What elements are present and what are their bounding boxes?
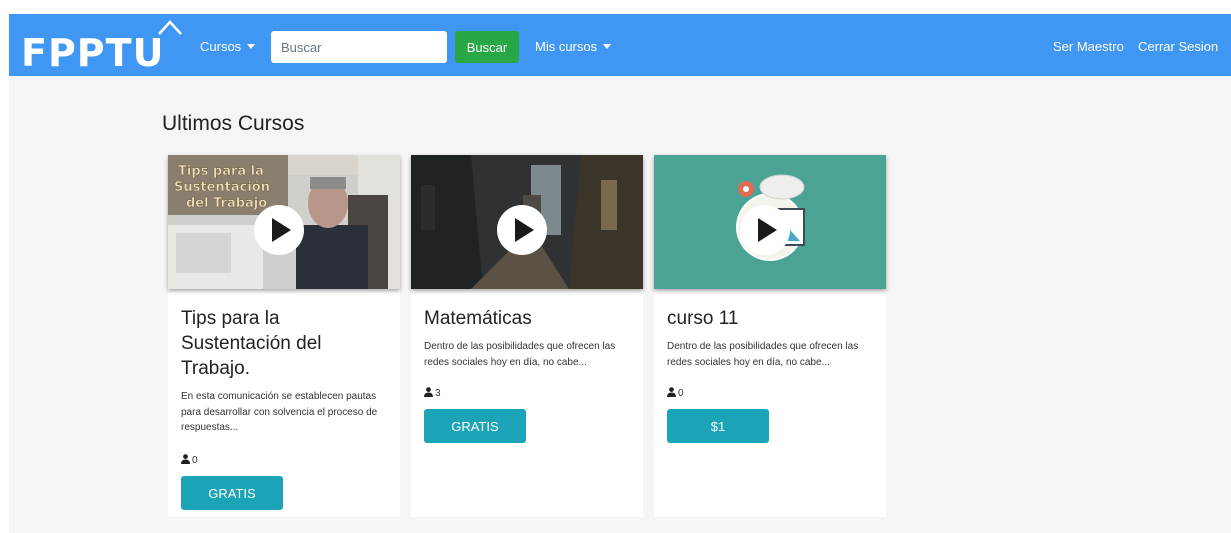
- enroll-button[interactable]: GRATIS: [181, 476, 283, 510]
- course-title[interactable]: Tips para la Sustentación del Trabajo.: [181, 306, 391, 381]
- course-description: En esta comunicación se establecen pauta…: [181, 391, 378, 433]
- course-card: Matemáticas Dentro de las posibilidades …: [411, 155, 643, 517]
- svg-text:Tips para la: Tips para la: [178, 164, 264, 179]
- student-count-value: 0: [678, 388, 684, 399]
- brand-logo[interactable]: FPPTU: [19, 20, 197, 77]
- my-courses-label: Mis cursos: [535, 39, 598, 54]
- svg-text:del Trabajo: del Trabajo: [186, 196, 267, 211]
- student-count: 0: [667, 387, 684, 399]
- enroll-button[interactable]: $1: [667, 409, 769, 443]
- course-thumbnail[interactable]: [411, 155, 643, 289]
- page: FPPTU Cursos Buscar Mis cursos Ser Maest…: [9, 14, 1231, 533]
- become-teacher-link[interactable]: Ser Maestro: [1053, 39, 1124, 54]
- chevron-down-icon: [247, 44, 256, 49]
- logo-text: FPPTU: [21, 31, 164, 72]
- course-thumbnail[interactable]: Tips para la Sustentación del Trabajo: [168, 155, 400, 289]
- user-icon: [181, 454, 190, 464]
- my-courses-dropdown[interactable]: Mis cursos: [535, 39, 612, 54]
- student-count-value: 0: [192, 455, 198, 466]
- student-count: 0: [181, 454, 198, 466]
- course-description: Dentro de las posibilidades que ofrecen …: [667, 341, 859, 368]
- section-title: Ultimos Cursos: [162, 112, 305, 135]
- logo-graphic: FPPTU: [21, 20, 182, 75]
- user-icon: [424, 387, 433, 397]
- svg-text:Sustentación: Sustentación: [174, 180, 270, 195]
- search-button[interactable]: Buscar: [455, 31, 519, 63]
- course-thumbnail[interactable]: [654, 155, 886, 289]
- logout-link[interactable]: Cerrar Sesion: [1138, 39, 1218, 54]
- chevron-down-icon: [603, 44, 612, 49]
- courses-label: Cursos: [200, 39, 242, 54]
- courses-dropdown[interactable]: Cursos: [200, 39, 256, 54]
- course-title[interactable]: Matemáticas: [424, 306, 634, 331]
- course-title[interactable]: curso 11: [667, 306, 877, 331]
- search-input[interactable]: [271, 31, 447, 63]
- user-icon: [667, 387, 676, 397]
- enroll-button[interactable]: GRATIS: [424, 409, 526, 443]
- play-icon[interactable]: [740, 205, 790, 255]
- course-card: curso 11 Dentro de las posibilidades que…: [654, 155, 886, 517]
- student-count-value: 3: [435, 388, 441, 399]
- course-card: Tips para la Sustentación del Trabajo Ti…: [168, 155, 400, 517]
- navbar: FPPTU Cursos Buscar Mis cursos Ser Maest…: [9, 14, 1231, 76]
- play-icon[interactable]: [254, 205, 304, 255]
- student-count: 3: [424, 387, 441, 399]
- play-icon[interactable]: [497, 205, 547, 255]
- course-description: Dentro de las posibilidades que ofrecen …: [424, 341, 616, 368]
